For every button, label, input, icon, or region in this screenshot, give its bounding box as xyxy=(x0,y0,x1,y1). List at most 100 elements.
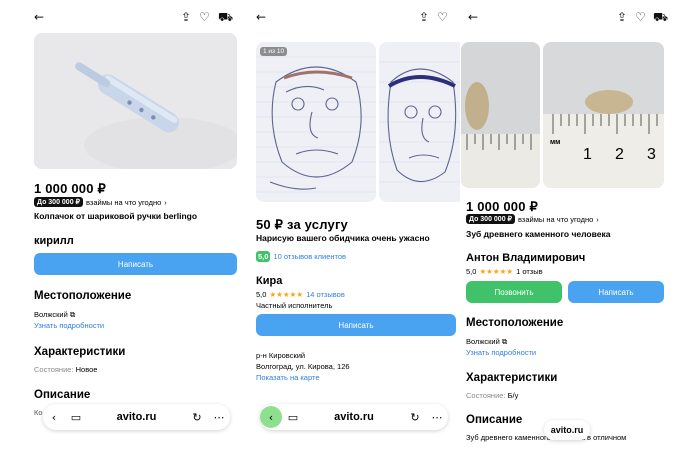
star-icon: ★★★★★ xyxy=(479,267,514,276)
more-icon[interactable]: ⋯ xyxy=(426,406,448,428)
address: Волгоград, ул. Кирова, 126 xyxy=(256,362,350,371)
price: 1 000 000 ₽ xyxy=(466,199,538,214)
specs-heading: Характеристики xyxy=(34,346,126,358)
top-bar: ← ⇪ ♡ ⛟ xyxy=(460,8,670,26)
clients-reviews-link[interactable]: 10 отзывов клиентов xyxy=(273,252,346,261)
condition-value: Б/у xyxy=(507,391,519,400)
service-rating[interactable]: 5,0 10 отзывов клиентов xyxy=(256,251,346,262)
ruler-label-2: 2 xyxy=(615,146,624,163)
url-field[interactable]: avito.ru xyxy=(304,411,404,423)
location-heading: Местоположение xyxy=(466,317,564,329)
condition-value: Новое xyxy=(75,365,98,374)
city-label: Волжский xyxy=(466,337,500,346)
cart-icon[interactable]: ⛟ xyxy=(653,8,668,26)
map-link[interactable]: Показать на карте xyxy=(256,373,320,382)
arrow-left-icon[interactable]: ‹ xyxy=(43,406,65,428)
product-photo[interactable] xyxy=(461,42,540,188)
price: 1 000 000 ₽ xyxy=(34,181,106,196)
chevron-right-icon: › xyxy=(164,197,167,207)
seller-rating: 5,0 ★★★★★ 14 отзывов xyxy=(256,290,345,299)
url-field[interactable]: avito.ru xyxy=(551,425,584,435)
cart-icon[interactable]: ⛟ xyxy=(218,8,233,26)
chevron-right-icon: › xyxy=(596,214,599,224)
star-icon: ★★★★★ xyxy=(269,290,304,299)
credit-text: взаймы на что угодно xyxy=(518,214,594,224)
top-bar: ← ⇪ ♡ xyxy=(247,8,465,26)
pen-cap-image xyxy=(34,33,237,169)
listing-title: Колпачок от шариковой ручки berlingo xyxy=(34,211,198,221)
city: Волжский ⧉ xyxy=(34,310,75,320)
listing-title: Зуб древнего каменного человека xyxy=(466,229,611,239)
city-label: Волжский xyxy=(34,310,68,319)
condition: Состояние: Новое xyxy=(34,365,97,374)
condition-label: Состояние: xyxy=(34,365,74,374)
browser-bar-collapsed[interactable]: avito.ru xyxy=(544,420,590,440)
heart-icon[interactable]: ♡ xyxy=(199,8,210,26)
credit-offer[interactable]: До 300 000 ₽ взаймы на что угодно › xyxy=(34,197,167,207)
write-button[interactable]: Написать xyxy=(568,281,664,303)
call-button[interactable]: Позвонить xyxy=(466,281,562,303)
rating-value: 5,0 xyxy=(466,267,477,276)
drawing-image-2 xyxy=(379,42,465,202)
credit-badge: До 300 000 ₽ xyxy=(466,214,515,224)
url-field[interactable]: avito.ru xyxy=(87,411,186,423)
rating-badge: 5,0 xyxy=(256,251,271,262)
description-heading: Описание xyxy=(466,414,523,426)
tabs-icon[interactable]: ▭ xyxy=(65,406,87,428)
credit-text: взаймы на что угодно xyxy=(86,197,162,207)
reviews-count[interactable]: 1 отзыв xyxy=(516,267,543,276)
product-photo-2[interactable]: мм 1 2 3 xyxy=(543,42,664,188)
tooth-image-2 xyxy=(543,42,664,188)
ruler-label-3: 3 xyxy=(647,146,656,163)
credit-badge: До 300 000 ₽ xyxy=(34,197,83,207)
specs-heading: Характеристики xyxy=(466,372,558,384)
write-button[interactable]: Написать xyxy=(256,314,456,336)
arrow-left-icon[interactable]: ‹ xyxy=(260,406,282,428)
copy-icon[interactable]: ⧉ xyxy=(502,337,507,346)
tooth-image-1 xyxy=(461,42,540,188)
share-icon[interactable]: ⇪ xyxy=(181,8,191,26)
write-button[interactable]: Написать xyxy=(34,253,237,275)
product-photo[interactable]: 1 из 10 xyxy=(256,42,376,202)
arrow-left-icon[interactable]: ← xyxy=(34,8,44,26)
listing-tooth: ← ⇪ ♡ ⛟ мм 1 2 3 1 000 000 ₽ До 300 000 … xyxy=(460,0,670,458)
description-heading: Описание xyxy=(34,389,91,401)
drawing-image-1 xyxy=(256,42,376,202)
share-icon[interactable]: ⇪ xyxy=(419,8,429,26)
rating-value: 5,0 xyxy=(256,290,267,299)
seller-name[interactable]: Кира xyxy=(256,275,282,287)
details-link[interactable]: Узнать подробности xyxy=(466,348,536,357)
copy-icon[interactable]: ⧉ xyxy=(70,310,75,319)
listing-drawing: ← ⇪ ♡ 1 из 10 50 ₽ за услугу Нарисую ваш… xyxy=(247,0,465,458)
listing-pen-cap: ← ⇪ ♡ ⛟ 1 000 000 ₽ До 300 000 ₽ взаймы … xyxy=(25,0,245,458)
listing-title: Нарисую вашего обидчика очень ужасно xyxy=(256,233,430,243)
browser-bar: ‹ ▭ avito.ru ↻ ⋯ xyxy=(260,404,448,430)
photo-counter: 1 из 10 xyxy=(260,47,288,56)
price: 50 ₽ за услугу xyxy=(256,217,348,232)
seller-name[interactable]: кирилл xyxy=(34,235,74,247)
reload-icon[interactable]: ↻ xyxy=(404,406,426,428)
seller-rating: 5,0 ★★★★★ 1 отзыв xyxy=(466,267,543,276)
heart-icon[interactable]: ♡ xyxy=(437,8,448,26)
description-text: Ко xyxy=(34,408,43,417)
credit-offer[interactable]: До 300 000 ₽ взаймы на что угодно › xyxy=(466,214,599,224)
reload-icon[interactable]: ↻ xyxy=(186,406,208,428)
reviews-link[interactable]: 14 отзывов xyxy=(306,290,345,299)
arrow-left-icon[interactable]: ← xyxy=(468,8,478,26)
details-link[interactable]: Узнать подробности xyxy=(34,321,104,330)
arrow-left-icon[interactable]: ← xyxy=(256,8,266,26)
product-photo[interactable] xyxy=(34,33,237,169)
city: Волжский ⧉ xyxy=(466,337,507,347)
product-photo-2[interactable] xyxy=(379,42,465,202)
seller-name[interactable]: Антон Владимирович xyxy=(466,252,585,264)
heart-icon[interactable]: ♡ xyxy=(635,8,646,26)
condition-label: Состояние: xyxy=(466,391,506,400)
more-icon[interactable]: ⋯ xyxy=(208,406,230,428)
tabs-icon[interactable]: ▭ xyxy=(282,406,304,428)
condition: Состояние: Б/у xyxy=(466,391,518,400)
location-heading: Местоположение xyxy=(34,290,132,302)
top-bar: ← ⇪ ♡ ⛟ xyxy=(25,8,245,26)
seller-type: Частный исполнитель xyxy=(256,301,333,310)
share-icon[interactable]: ⇪ xyxy=(617,8,627,26)
ruler-mm-label: мм xyxy=(550,139,561,146)
